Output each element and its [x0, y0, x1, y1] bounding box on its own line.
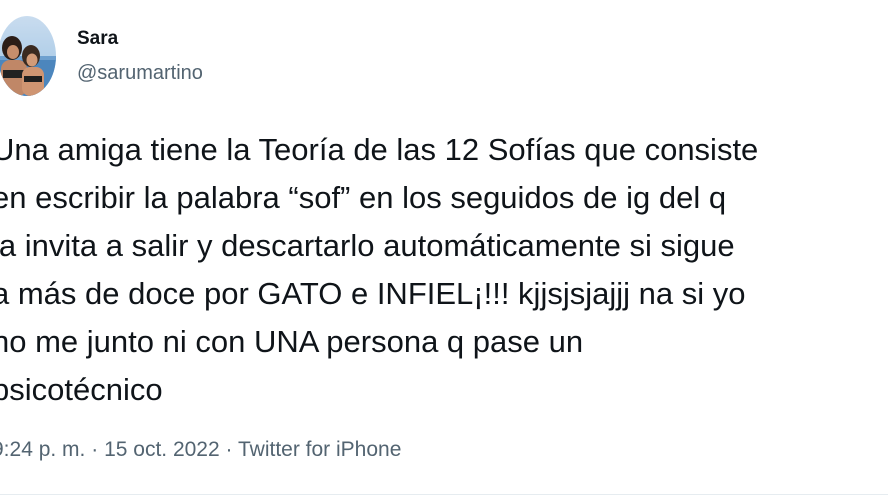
- tweet-text: Una amiga tiene la Teoría de las 12 Sofí…: [0, 126, 888, 414]
- tweet-text-line: en escribir la palabra “sof” en los segu…: [0, 180, 727, 215]
- meta-separator: ·: [225, 438, 233, 461]
- tweet-text-line: Una amiga tiene la Teoría de las 12 Sofí…: [0, 132, 759, 167]
- tweet-time[interactable]: 9:24 p. m.: [0, 438, 85, 461]
- avatar[interactable]: [0, 16, 56, 96]
- tweet-text-line: la invita a salir y descartarlo automáti…: [0, 228, 735, 263]
- avatar-photo: [0, 16, 56, 96]
- meta-separator: ·: [91, 438, 99, 461]
- tweet-date[interactable]: 15 oct. 2022: [104, 438, 220, 461]
- tweet-text-line: no me junto ni con UNA persona q pase un: [0, 324, 584, 359]
- divider: [0, 494, 888, 495]
- tweet-text-line: a más de doce por GATO e INFIEL¡!!! kjjs…: [0, 276, 746, 311]
- tweet-source[interactable]: Twitter for iPhone: [238, 438, 401, 461]
- tweet-card: Sara @sarumartino Una amiga tiene la Teo…: [0, 0, 888, 500]
- tweet-text-line: psicotécnico: [0, 372, 163, 407]
- author-display-name[interactable]: Sara: [77, 27, 118, 51]
- author-handle[interactable]: @sarumartino: [77, 60, 203, 86]
- tweet-metadata: 9:24 p. m. · 15 oct. 2022 · Twitter for …: [0, 436, 401, 464]
